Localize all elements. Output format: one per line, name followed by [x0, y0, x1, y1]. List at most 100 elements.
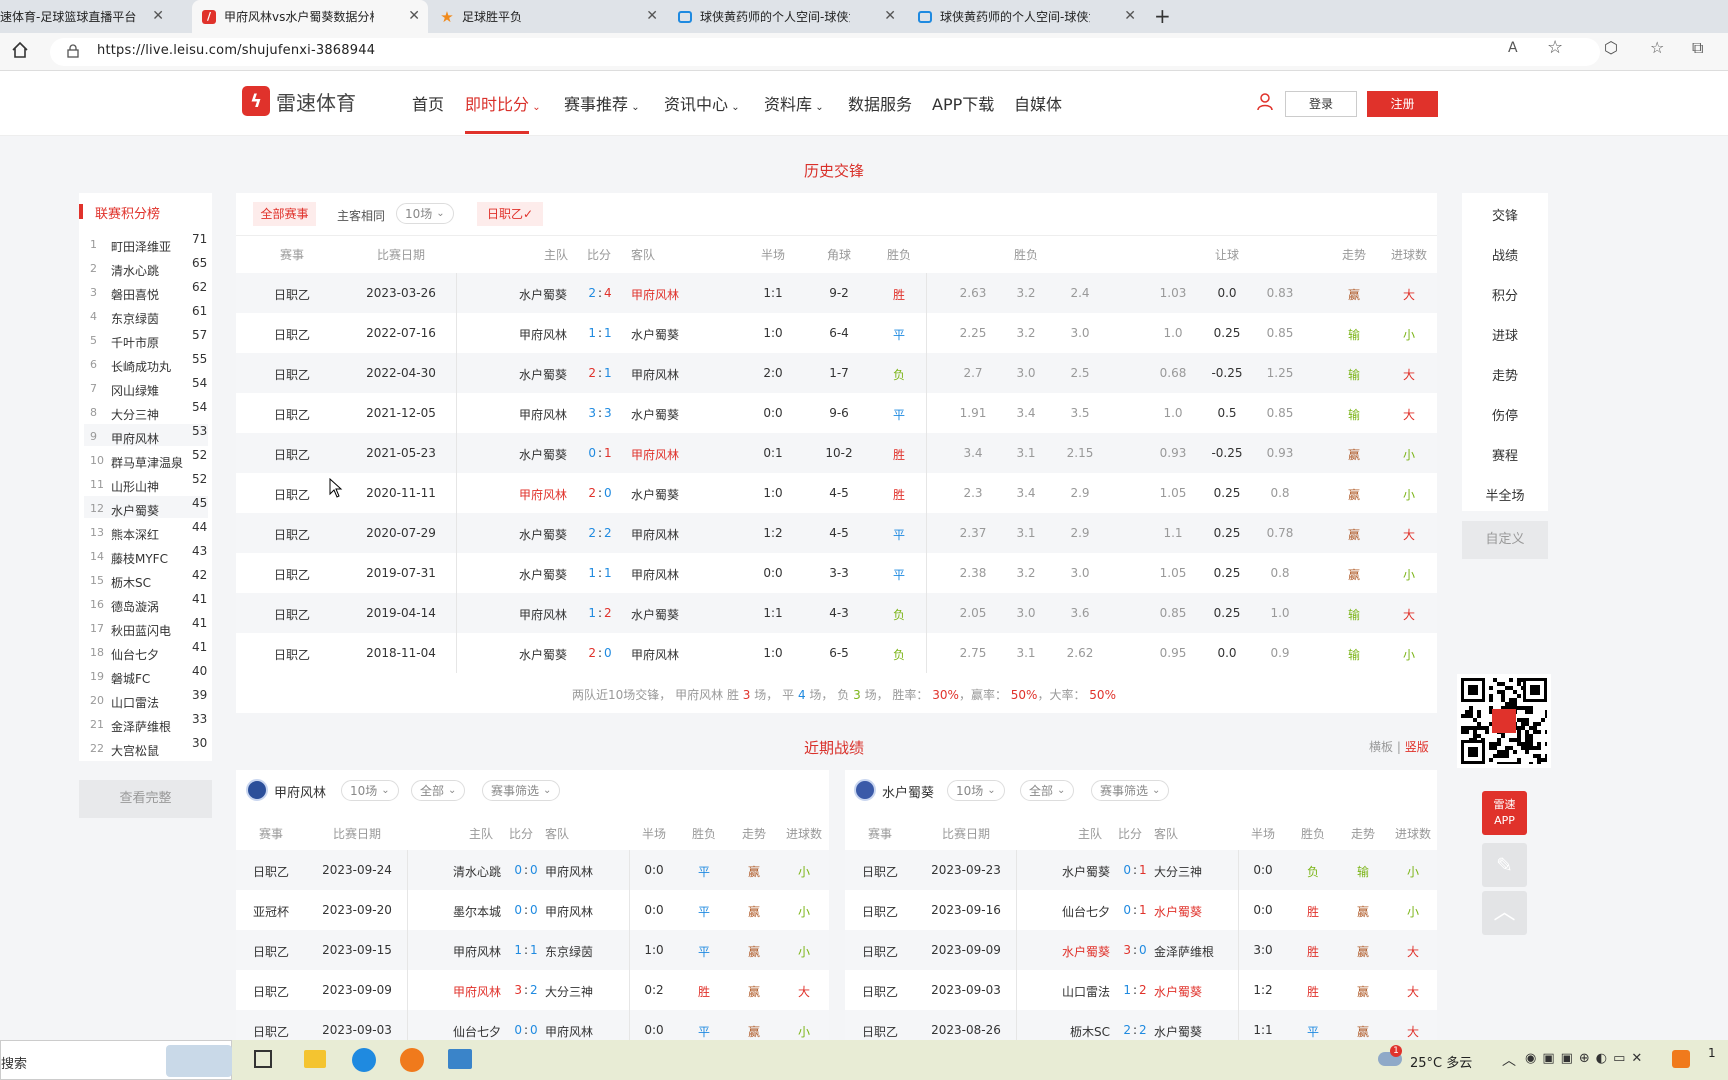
standings-team[interactable]: 磐城FC [111, 670, 150, 687]
standings-team[interactable]: 町田泽维亚 [111, 238, 171, 255]
home-team[interactable]: 水户蜀葵 [492, 366, 567, 383]
close-icon[interactable]: ✕ [152, 8, 164, 24]
leisu-app-button[interactable]: 雷速 APP [1482, 791, 1527, 835]
vertical-layout-link[interactable]: 竖版 [1405, 740, 1429, 754]
standings-team[interactable]: 仙台七夕 [111, 646, 159, 663]
standings-team[interactable]: 枥木SC [111, 574, 151, 591]
right-competition-filter[interactable]: 赛事筛选 ⌄ [1091, 780, 1170, 801]
away-team[interactable]: 水户蜀葵 [1154, 983, 1202, 1000]
right-count-select[interactable]: 10场 ⌄ [947, 780, 1005, 801]
away-team[interactable]: 水户蜀葵 [1154, 1023, 1202, 1040]
section-nav-item[interactable]: 战绩 [1465, 245, 1545, 264]
home-team[interactable]: 水户蜀葵 [492, 526, 567, 543]
home-team[interactable]: 水户蜀葵 [1030, 863, 1110, 880]
standings-team[interactable]: 金泽萨维根 [111, 718, 171, 735]
login-button[interactable]: 登录 [1285, 91, 1357, 117]
away-team[interactable]: 甲府风林 [545, 903, 593, 920]
home-icon[interactable] [10, 40, 30, 60]
nav-app-download[interactable]: APP下载 [932, 91, 994, 115]
favorites-list-icon[interactable]: ☆ [1650, 38, 1664, 57]
away-team[interactable]: 水户蜀葵 [631, 606, 679, 623]
section-nav-item[interactable]: 赛程 [1465, 445, 1545, 464]
standings-team[interactable]: 清水心跳 [111, 262, 159, 279]
nav-data-service[interactable]: 数据服务 [848, 91, 912, 115]
home-team[interactable]: 枥木SC [1030, 1023, 1110, 1040]
tray-app-icon[interactable] [1672, 1050, 1690, 1068]
extensions-icon[interactable]: ⬡ [1604, 38, 1618, 57]
away-team[interactable]: 水户蜀葵 [631, 406, 679, 423]
nav-match-tips[interactable]: 赛事推荐 ⌄ [564, 91, 640, 115]
nav-news[interactable]: 资讯中心 ⌄ [664, 91, 740, 115]
remote-desktop-icon[interactable] [448, 1049, 472, 1069]
standings-team[interactable]: 甲府风林 [111, 430, 159, 447]
home-team[interactable]: 水户蜀葵 [492, 646, 567, 663]
home-team[interactable]: 甲府风林 [492, 406, 567, 423]
standings-team[interactable]: 水户蜀葵 [111, 502, 159, 519]
horizontal-layout-link[interactable]: 横板 [1369, 740, 1393, 754]
home-team[interactable]: 水户蜀葵 [1030, 943, 1110, 960]
section-nav-item[interactable]: 进球 [1465, 325, 1545, 344]
standings-team[interactable]: 山口雷法 [111, 694, 159, 711]
browser-tab[interactable]: 球侠黄药师的个人空间-球侠黄药 ✕ [668, 0, 904, 33]
away-team[interactable]: 甲府风林 [631, 526, 679, 543]
favorite-star-icon[interactable]: ☆ [1547, 37, 1563, 58]
section-nav-item[interactable]: 走势 [1465, 365, 1545, 384]
standings-team[interactable]: 藤枝MYFC [111, 550, 168, 567]
home-team[interactable]: 仙台七夕 [1030, 903, 1110, 920]
away-team[interactable]: 水户蜀葵 [631, 486, 679, 503]
browser-tab[interactable]: 球侠黄药师的个人空间-球侠黄药 ✕ [908, 0, 1144, 33]
standings-team[interactable]: 山形山神 [111, 478, 159, 495]
section-nav-item[interactable]: 半全场 [1465, 485, 1545, 504]
away-team[interactable]: 大分三神 [545, 983, 593, 1000]
filter-all-competitions[interactable]: 全部赛事 [253, 202, 316, 226]
task-view-icon[interactable] [254, 1050, 272, 1068]
close-icon[interactable]: ✕ [408, 8, 420, 24]
away-team[interactable]: 水户蜀葵 [631, 326, 679, 343]
standings-team[interactable]: 大分三神 [111, 406, 159, 423]
file-explorer-icon[interactable] [304, 1050, 326, 1068]
away-team[interactable]: 甲府风林 [631, 366, 679, 383]
close-icon[interactable]: ✕ [646, 8, 658, 24]
standings-team[interactable]: 冈山绿雉 [111, 382, 159, 399]
section-nav-item[interactable]: 交锋 [1465, 205, 1545, 224]
away-team[interactable]: 甲府风林 [545, 863, 593, 880]
away-team[interactable]: 大分三神 [1154, 863, 1202, 880]
home-team[interactable]: 甲府风林 [492, 486, 567, 503]
away-team[interactable]: 金泽萨维根 [1154, 943, 1214, 960]
custom-button[interactable]: 自定义 [1462, 521, 1548, 559]
site-logo[interactable]: ϟ 雷速体育 [242, 86, 356, 116]
left-count-select[interactable]: 10场 ⌄ [341, 780, 399, 801]
collections-icon[interactable]: ⧉ [1692, 38, 1703, 58]
home-team[interactable]: 水户蜀葵 [492, 446, 567, 463]
edit-feedback-button[interactable]: ✎ [1482, 843, 1527, 887]
standings-team[interactable]: 群马草津温泉 [111, 454, 183, 471]
home-team[interactable]: 清水心跳 [421, 863, 501, 880]
close-icon[interactable]: ✕ [884, 8, 896, 24]
filter-league[interactable]: 日职乙✓ [477, 202, 543, 226]
left-scope-select[interactable]: 全部 ⌄ [411, 780, 466, 801]
home-team[interactable]: 甲府风林 [421, 983, 501, 1000]
away-team[interactable]: 甲府风林 [631, 286, 679, 303]
home-team[interactable]: 甲府风林 [492, 606, 567, 623]
app-icon[interactable] [400, 1048, 424, 1072]
close-icon[interactable]: ✕ [1124, 8, 1136, 24]
away-team[interactable]: 水户蜀葵 [1154, 903, 1202, 920]
home-team[interactable]: 甲府风林 [421, 943, 501, 960]
home-team[interactable]: 水户蜀葵 [492, 566, 567, 583]
away-team[interactable]: 甲府风林 [631, 446, 679, 463]
standings-team[interactable]: 大宫松鼠 [111, 742, 159, 759]
home-team[interactable]: 山口雷法 [1030, 983, 1110, 1000]
browser-tab[interactable]: ★ 足球胜平负 ✕ [430, 0, 666, 33]
nav-live-score[interactable]: 即时比分 ⌄ [465, 91, 541, 115]
new-tab-icon[interactable]: + [1154, 4, 1171, 28]
standings-team[interactable]: 千叶市原 [111, 334, 159, 351]
section-nav-item[interactable]: 伤停 [1465, 405, 1545, 424]
home-team[interactable]: 水户蜀葵 [492, 286, 567, 303]
nav-we-media[interactable]: 自媒体 [1014, 91, 1062, 115]
back-to-top-button[interactable]: ︿ [1482, 891, 1527, 935]
browser-tab[interactable]: 速体育-足球篮球直播平台 ✕ [0, 0, 172, 33]
count-select[interactable]: 10场 ⌄ [396, 203, 454, 224]
home-team[interactable]: 墨尔本城 [421, 903, 501, 920]
away-team[interactable]: 甲府风林 [545, 1023, 593, 1040]
weather-text[interactable]: 25°C 多云 [1410, 1052, 1472, 1071]
